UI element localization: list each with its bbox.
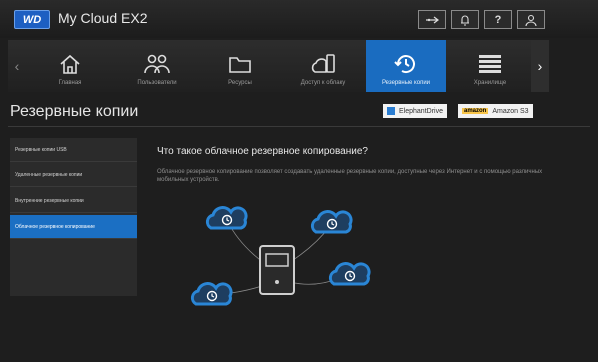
- title-divider: [8, 126, 590, 127]
- usb-icon: [426, 16, 439, 23]
- nav-label: Хранилище: [473, 80, 507, 86]
- cloud-backup-icon: [190, 282, 233, 306]
- user-icon: [525, 14, 537, 26]
- cloud-backup-icon: [205, 206, 248, 230]
- home-icon: [60, 54, 80, 74]
- nav-label: Доступ к облаку: [300, 80, 346, 86]
- amazon-s3-button[interactable]: amazon Amazon S3: [458, 104, 533, 118]
- section-description: Облачное резервное копирование позволяет…: [157, 169, 543, 183]
- cloud-backup-diagram: [190, 206, 371, 306]
- nav-label: Ресурсы: [228, 80, 252, 86]
- nav-prev-arrow[interactable]: ‹: [8, 40, 26, 92]
- section-heading: Что такое облачное резервное копирование…: [157, 146, 368, 157]
- sidebar-item-cloud-backup[interactable]: Облачное резервное копирование: [10, 215, 137, 239]
- wd-logo: WD: [14, 10, 50, 29]
- usb-button[interactable]: [418, 10, 446, 29]
- sidebar-item-internal-backups[interactable]: Внутренние резервные копии: [10, 189, 137, 213]
- nas-device-icon: [259, 245, 295, 295]
- users-icon: [144, 54, 170, 74]
- help-icon: ?: [494, 13, 502, 26]
- elephantdrive-label: ElephantDrive: [399, 107, 443, 115]
- nav-item-shares[interactable]: Ресурсы: [200, 40, 280, 92]
- page-title: Резервные копии: [10, 103, 139, 120]
- elephantdrive-icon: [387, 107, 395, 115]
- sidebar-item-label: Резервные копии USB: [15, 146, 67, 153]
- sidebar-item-label: Внутренние резервные копии: [15, 197, 84, 204]
- product-title: My Cloud EX2: [58, 10, 148, 26]
- nav-label: Главная: [58, 80, 82, 86]
- nav-label: Пользователи: [137, 80, 177, 86]
- nav-item-home[interactable]: Главная: [30, 40, 110, 92]
- backup-sidebar: Резервные копии USB Удаленные резервные …: [10, 138, 137, 296]
- amazon-logo: amazon: [462, 108, 489, 114]
- sidebar-item-label: Удаленные резервные копии: [15, 171, 83, 178]
- cloud-backup-icon: [328, 262, 371, 286]
- folder-icon: [229, 57, 251, 73]
- notifications-button[interactable]: [451, 10, 479, 29]
- amazon-s3-label: Amazon S3: [492, 107, 529, 115]
- storage-icon: [479, 55, 501, 73]
- nav-label: Резервные копии: [381, 80, 431, 86]
- cloud-backup-icon: [310, 210, 353, 234]
- backup-clock-icon: [394, 55, 415, 74]
- nav-item-users[interactable]: Пользователи: [117, 40, 197, 92]
- elephantdrive-button[interactable]: ElephantDrive: [383, 104, 447, 118]
- sidebar-item-label: Облачное резервное копирование: [15, 223, 95, 230]
- bell-icon: [461, 15, 469, 26]
- nav-item-backups[interactable]: Резервные копии: [366, 40, 446, 92]
- nav-next-arrow[interactable]: ›: [531, 40, 549, 92]
- user-button[interactable]: [517, 10, 545, 29]
- nav-item-cloud-access[interactable]: Доступ к облаку: [283, 40, 363, 92]
- nav-item-storage[interactable]: Хранилище: [450, 40, 530, 92]
- sidebar-item-usb-backups[interactable]: Резервные копии USB: [10, 138, 137, 162]
- help-button[interactable]: ?: [484, 10, 512, 29]
- sidebar-item-remote-backups[interactable]: Удаленные резервные копии: [10, 163, 137, 187]
- cloud-device-icon: [311, 54, 335, 73]
